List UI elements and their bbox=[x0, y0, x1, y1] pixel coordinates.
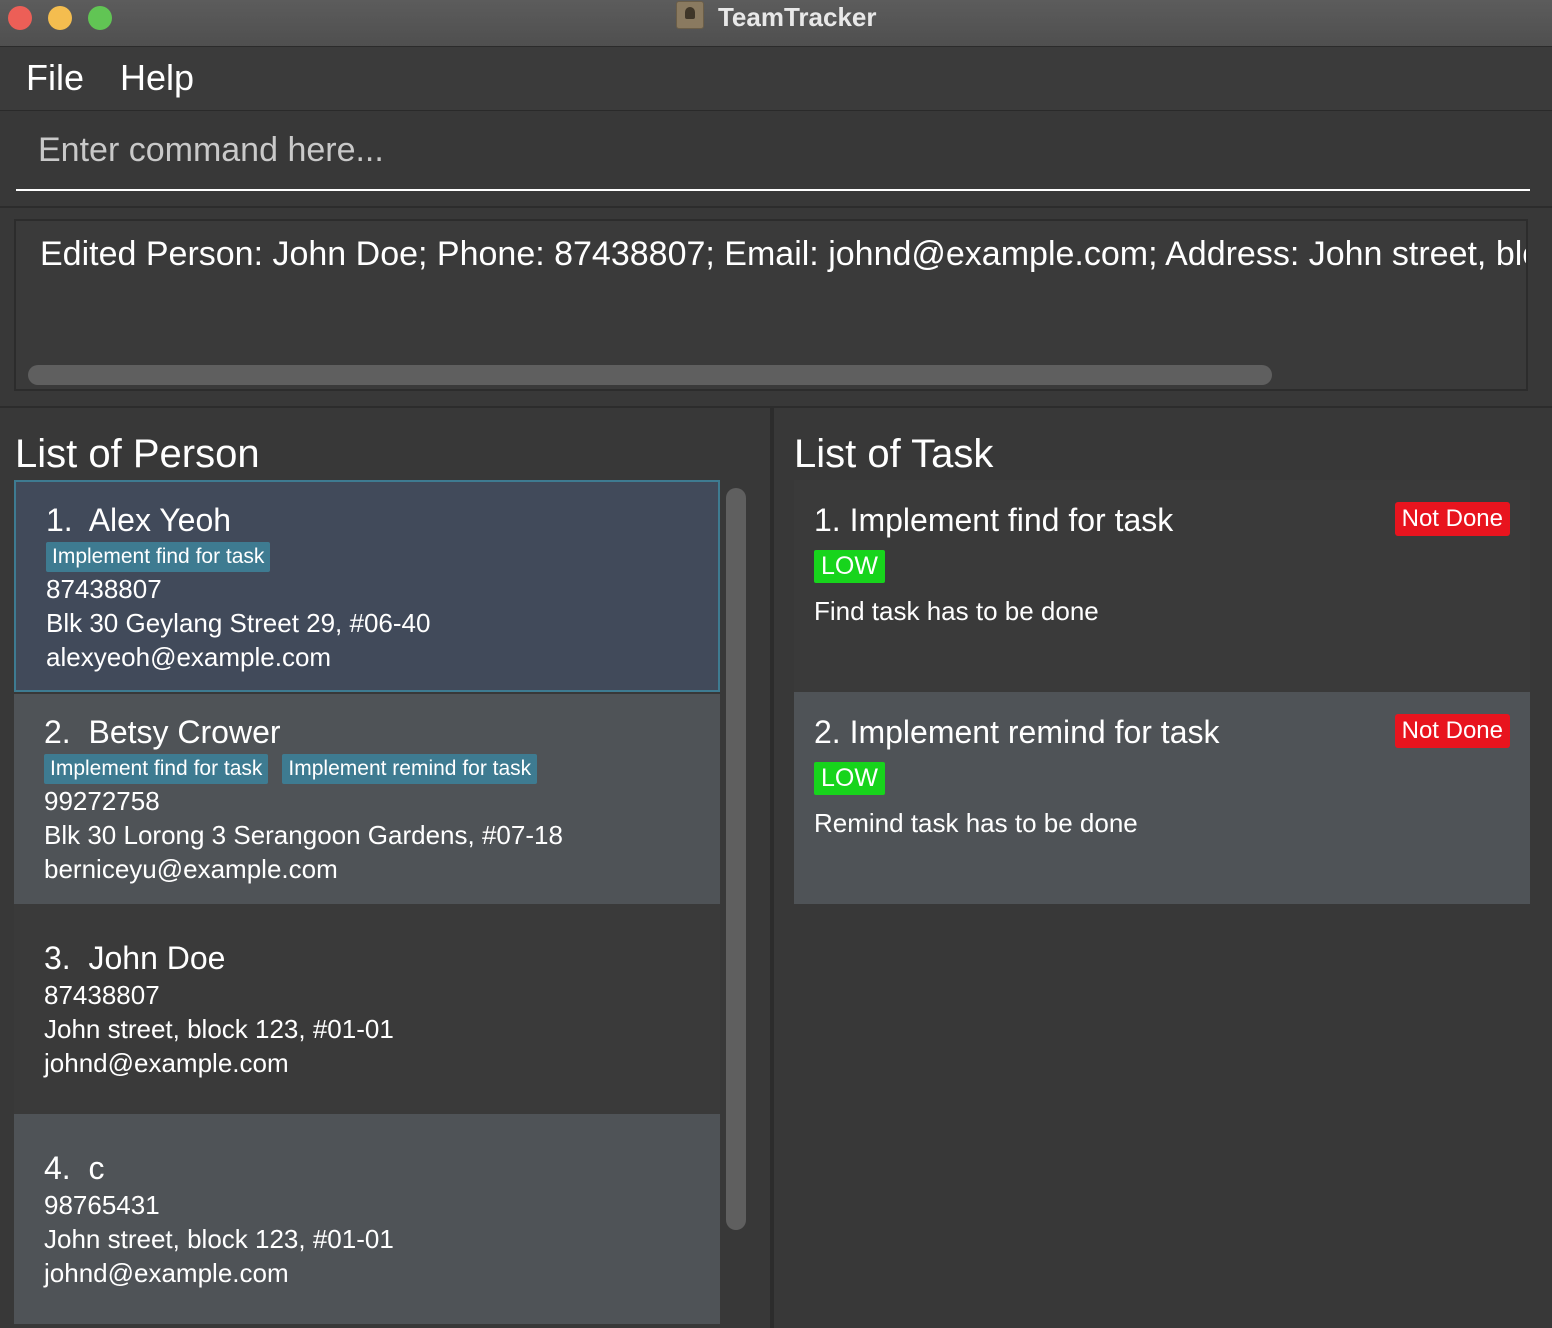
person-tags: Implement find for task Implement remind … bbox=[44, 754, 551, 784]
person-name: Betsy Crower bbox=[88, 714, 281, 750]
person-index: 2. bbox=[44, 714, 71, 750]
command-box bbox=[0, 111, 1552, 208]
task-title: 1. Implement find for task bbox=[814, 502, 1174, 538]
person-card[interactable]: 3. John Doe 87438807 John street, block … bbox=[14, 904, 720, 1114]
scrollbar-thumb[interactable] bbox=[726, 488, 746, 1230]
person-tag: Implement find for task bbox=[46, 542, 271, 572]
result-display: Edited Person: John Doe; Phone: 87438807… bbox=[14, 219, 1528, 391]
app-icon bbox=[675, 0, 704, 29]
title-bar: TeamTracker bbox=[0, 0, 1552, 47]
menu-help[interactable]: Help bbox=[120, 57, 194, 99]
task-description: Find task has to be done bbox=[814, 596, 1099, 626]
result-text: Edited Person: John Doe; Phone: 87438807… bbox=[40, 235, 1526, 273]
person-list-panel: List of Person 1. Alex Yeoh Implement fi… bbox=[0, 408, 770, 1328]
task-title: 2. Implement remind for task bbox=[814, 714, 1220, 750]
person-index: 1. bbox=[46, 502, 73, 538]
task-list-panel: List of Task 1. Implement find for task … bbox=[774, 408, 1552, 1328]
task-description: Remind task has to be done bbox=[814, 808, 1138, 838]
person-phone: 87438807 bbox=[44, 980, 160, 1010]
command-input[interactable] bbox=[16, 111, 1530, 191]
person-card[interactable]: 4. c 98765431 John street, block 123, #0… bbox=[14, 1114, 720, 1324]
person-tag: Implement find for task bbox=[44, 754, 269, 784]
person-card[interactable]: 2. Betsy Crower Implement find for task I… bbox=[14, 694, 720, 904]
person-email: johnd@example.com bbox=[44, 1048, 289, 1078]
person-tag: Implement remind for task bbox=[282, 754, 538, 784]
person-list-title: List of Person bbox=[15, 432, 260, 476]
person-email: berniceyu@example.com bbox=[44, 854, 338, 884]
task-priority-badge: LOW bbox=[814, 550, 885, 583]
task-card[interactable]: 2. Implement remind for task Not Done LO… bbox=[794, 692, 1530, 904]
person-name: c bbox=[88, 1150, 105, 1186]
menu-file[interactable]: File bbox=[26, 57, 84, 99]
person-address: Blk 30 Geylang Street 29, #06-40 bbox=[46, 608, 431, 638]
person-phone: 99272758 bbox=[44, 786, 160, 816]
person-phone: 98765431 bbox=[44, 1190, 160, 1220]
person-address: John street, block 123, #01-01 bbox=[44, 1014, 394, 1044]
person-email: alexyeoh@example.com bbox=[46, 642, 332, 672]
task-status-badge: Not Done bbox=[1394, 714, 1510, 748]
person-address: John street, block 123, #01-01 bbox=[44, 1224, 394, 1254]
result-horizontal-scrollbar[interactable] bbox=[28, 365, 1272, 385]
person-index: 4. bbox=[44, 1150, 71, 1186]
person-address: Blk 30 Lorong 3 Serangoon Gardens, #07-1… bbox=[44, 820, 563, 850]
person-list-scrollbar[interactable] bbox=[726, 488, 746, 1230]
task-card[interactable]: 1. Implement find for task Not Done LOW … bbox=[794, 480, 1530, 692]
person-name: John Doe bbox=[88, 940, 226, 976]
person-phone: 87438807 bbox=[46, 574, 162, 604]
task-list-title: List of Task bbox=[794, 432, 994, 476]
window-title: TeamTracker bbox=[717, 2, 877, 32]
result-display-area: Edited Person: John Doe; Phone: 87438807… bbox=[0, 208, 1552, 409]
person-card[interactable]: 1. Alex Yeoh Implement find for task 874… bbox=[14, 480, 720, 692]
person-tags: Implement find for task bbox=[46, 542, 284, 572]
person-email: johnd@example.com bbox=[44, 1258, 289, 1288]
task-priority-badge: LOW bbox=[814, 762, 885, 795]
task-status-badge: Not Done bbox=[1394, 502, 1510, 536]
menu-bar: File Help bbox=[0, 47, 1552, 111]
person-name: Alex Yeoh bbox=[88, 502, 232, 538]
person-index: 3. bbox=[44, 940, 71, 976]
